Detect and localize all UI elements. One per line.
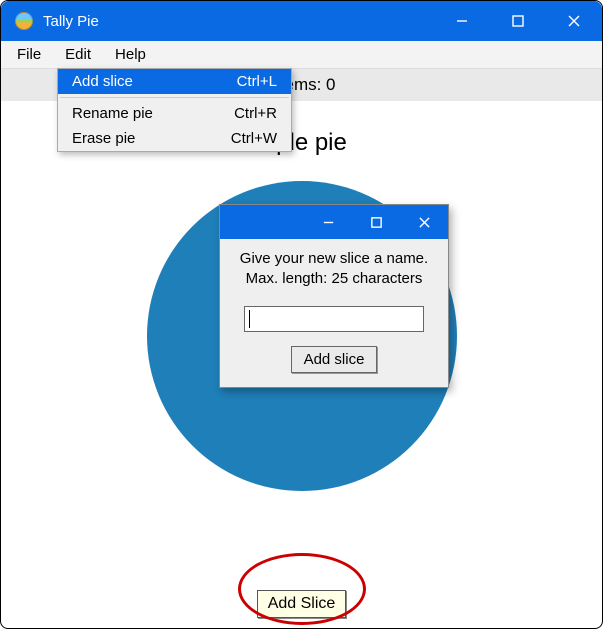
menu-separator [60,97,289,98]
menu-item-shortcut: Ctrl+W [231,130,277,147]
add-slice-button[interactable]: Add Slice [257,590,347,618]
close-button[interactable] [546,1,602,41]
menu-item-label: Add slice [72,73,225,90]
window-title: Tally Pie [43,13,99,30]
slice-name-input[interactable] [244,306,424,332]
menu-item-shortcut: Ctrl+R [234,105,277,122]
minimize-button[interactable] [434,1,490,41]
menubar: File Edit Help [1,41,602,69]
footer: Add Slice [1,590,602,618]
menu-edit[interactable]: Edit [53,42,103,67]
dialog-add-slice-button[interactable]: Add slice [291,346,378,373]
dialog-maximize-button[interactable] [352,205,400,239]
menu-help[interactable]: Help [103,42,158,67]
edit-dropdown: Add slice Ctrl+L Rename pie Ctrl+R Erase… [57,68,292,152]
text-caret [249,310,250,328]
maximize-button[interactable] [490,1,546,41]
titlebar: Tally Pie [1,1,602,41]
dialog-titlebar [220,205,448,239]
dialog-minimize-button[interactable] [304,205,352,239]
dialog-body: Give your new slice a name. Max. length:… [220,239,448,387]
menu-item-rename-pie[interactable]: Rename pie Ctrl+R [58,101,291,126]
add-slice-dialog: Give your new slice a name. Max. length:… [219,204,449,388]
menu-item-shortcut: Ctrl+L [237,73,277,90]
menu-file[interactable]: File [5,42,53,67]
menu-item-label: Erase pie [72,130,219,147]
app-icon [15,12,33,30]
dialog-text-line2: Max. length: 25 characters [232,269,436,289]
dialog-text-line1: Give your new slice a name. [232,249,436,269]
menu-item-erase-pie[interactable]: Erase pie Ctrl+W [58,126,291,151]
menu-item-add-slice[interactable]: Add slice Ctrl+L [58,69,291,94]
menu-item-label: Rename pie [72,105,222,122]
dialog-close-button[interactable] [400,205,448,239]
